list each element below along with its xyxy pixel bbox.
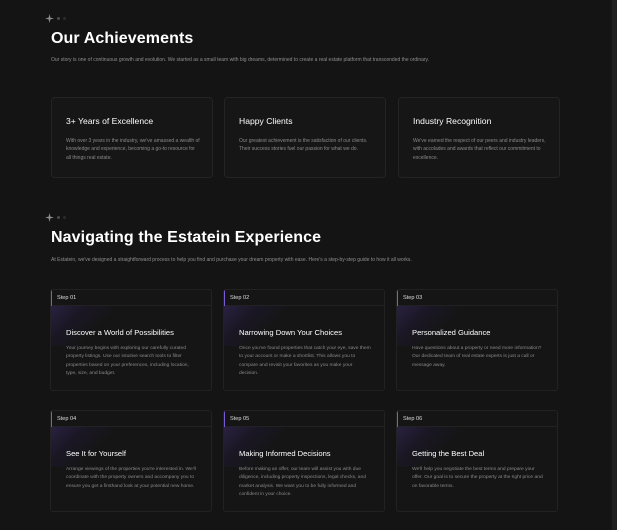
step-card: Step 05 Making Informed Decisions Before…: [223, 410, 385, 512]
section-decoration: [45, 14, 66, 23]
section-title: Navigating the Estatein Experience: [51, 229, 322, 246]
step-text: We'll help you negotiate the best terms …: [412, 467, 543, 489]
section-decoration: [45, 213, 66, 222]
page-scrollbar[interactable]: [612, 0, 617, 530]
step-card: Step 03 Personalized Guidance Have quest…: [396, 289, 558, 391]
step-label: Step 06: [397, 411, 557, 427]
step-card: Step 01 Discover a World of Possibilitie…: [50, 289, 212, 391]
step-card: Step 06 Getting the Best Deal We'll help…: [396, 410, 558, 512]
decor-dot: [57, 17, 60, 20]
step-title: Discover a World of Possibilities: [66, 328, 174, 337]
step-title: Narrowing Down Your Choices: [239, 328, 342, 337]
achievement-card: Happy Clients Our greatest achievement i…: [224, 97, 386, 178]
achievement-card: Industry Recognition We've earned the re…: [398, 97, 560, 178]
step-title: See It for Yourself: [66, 449, 126, 458]
step-label: Step 01: [51, 290, 211, 306]
achievement-card: 3+ Years of Excellence With over 3 years…: [51, 97, 213, 178]
card-title: 3+ Years of Excellence: [66, 116, 154, 126]
card-text: We've earned the respect of our peers an…: [413, 138, 546, 161]
decor-dot: [57, 216, 60, 219]
step-title: Personalized Guidance: [412, 328, 491, 337]
section-description: At Estatein, we've designed a straightfo…: [51, 257, 412, 263]
step-title: Making Informed Decisions: [239, 449, 331, 458]
step-title: Getting the Best Deal: [412, 449, 485, 458]
decor-dot: [63, 17, 66, 20]
sparkle-icon: [45, 213, 54, 222]
step-label: Step 05: [224, 411, 384, 427]
step-label: Step 04: [51, 411, 211, 427]
card-text: With over 3 years in the industry, we've…: [66, 138, 200, 161]
step-card: Step 04 See It for Yourself Arrange view…: [50, 410, 212, 512]
section-title: Our Achievements: [51, 30, 194, 47]
decor-dot: [63, 216, 66, 219]
step-label: Step 03: [397, 290, 557, 306]
card-text: Our greatest achievement is the satisfac…: [239, 138, 368, 153]
step-text: Your journey begins with exploring our c…: [66, 346, 189, 377]
card-title: Industry Recognition: [413, 116, 492, 126]
step-label: Step 02: [224, 290, 384, 306]
sparkle-icon: [45, 14, 54, 23]
card-title: Happy Clients: [239, 116, 293, 126]
step-text: Before making an offer, our team will as…: [239, 467, 366, 498]
step-text: Once you've found properties that catch …: [239, 346, 371, 377]
step-card: Step 02 Narrowing Down Your Choices Once…: [223, 289, 385, 391]
step-text: Arrange viewings of the properties you'r…: [66, 467, 196, 489]
step-text: Have questions about a property or need …: [412, 346, 542, 368]
section-description: Our story is one of continuous growth an…: [51, 57, 430, 63]
